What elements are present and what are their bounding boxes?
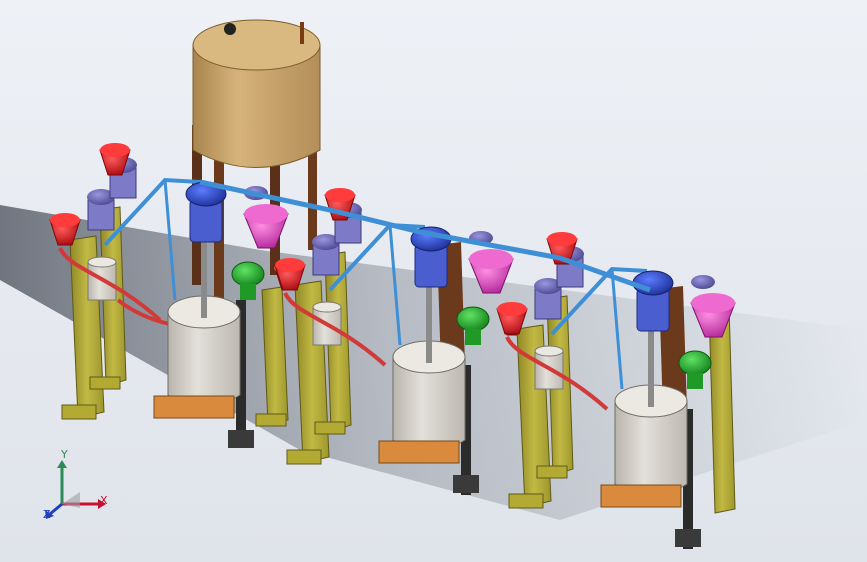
assembly-scene bbox=[0, 0, 867, 562]
green-pump bbox=[231, 261, 265, 287]
tank-nozzle bbox=[300, 22, 304, 44]
z-axis-label: Z bbox=[43, 508, 51, 521]
tank-vent-cap bbox=[224, 23, 236, 35]
post-base bbox=[228, 430, 254, 448]
frame-foot bbox=[61, 404, 97, 420]
small-tank-top bbox=[87, 256, 117, 268]
tank-base bbox=[153, 395, 235, 419]
x-axis-label: X bbox=[100, 494, 108, 507]
cad-viewport[interactable]: X Y Z bbox=[0, 0, 867, 562]
axis-triad-graphic bbox=[45, 460, 106, 519]
axis-triad-icon: X Y Z bbox=[40, 448, 120, 528]
frame-foot bbox=[89, 376, 121, 390]
y-axis-label: Y bbox=[61, 448, 68, 461]
frame-foot bbox=[255, 413, 287, 427]
